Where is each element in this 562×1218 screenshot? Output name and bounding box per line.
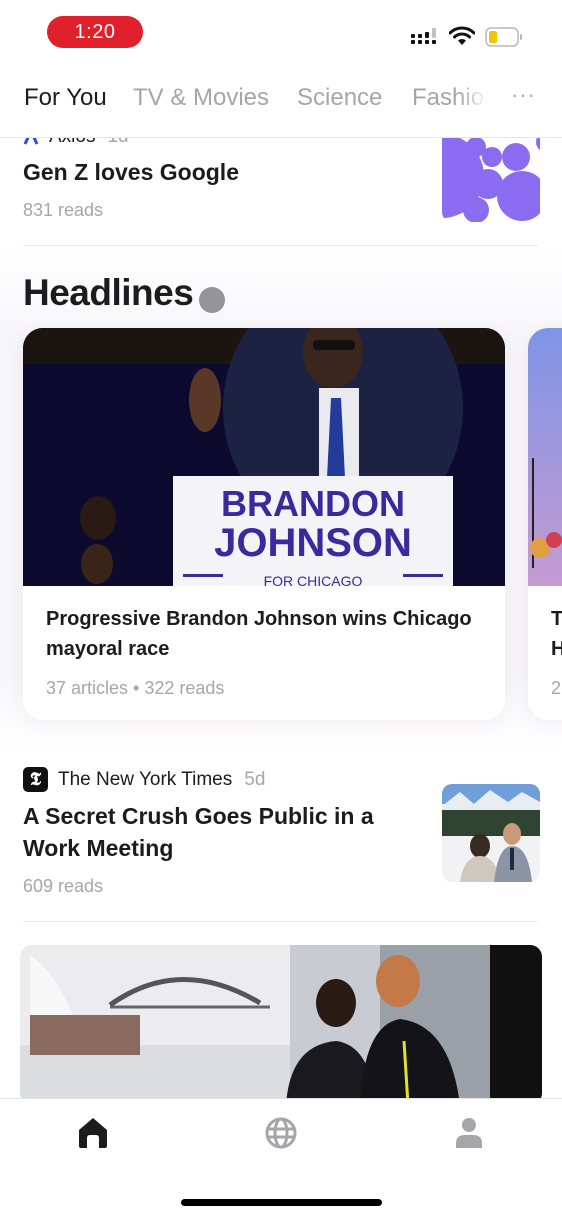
story-title[interactable]: Gen Z loves Google: [23, 156, 413, 188]
headline-card[interactable]: BRANDON JOHNSON FOR CHICAGO Progressive …: [23, 328, 505, 720]
globe-icon: [265, 1117, 297, 1149]
podium-sign-line2: JOHNSON: [214, 521, 412, 565]
story-thumbnail[interactable]: [442, 124, 540, 222]
headlines-heading: Headlines: [23, 272, 194, 313]
couple-mountains-photo: [442, 784, 540, 882]
story-source-row: 𝕿 The New York Times 5d: [23, 767, 265, 792]
home-indicator[interactable]: [181, 1199, 382, 1206]
tab-for-you[interactable]: For You: [24, 84, 107, 112]
story-source: The New York Times: [58, 768, 233, 790]
story-reads: 609 reads: [23, 876, 104, 896]
story-divider: [23, 245, 538, 246]
signal-icon: [411, 28, 436, 44]
stage-flowers-photo: [528, 328, 562, 586]
more-tabs-button[interactable]: ···: [511, 82, 536, 108]
profile-icon: [456, 1118, 482, 1148]
story-age: 5d: [244, 768, 266, 790]
battery-icon: [485, 27, 522, 47]
nyt-logo-icon: 𝕿: [23, 767, 48, 792]
story-title[interactable]: A Secret Crush Goes Public in a Work Mee…: [23, 800, 413, 864]
tab-explore[interactable]: [261, 1113, 301, 1153]
tab-science[interactable]: Science: [297, 84, 382, 112]
sydney-harbour-boat-photo: [20, 945, 542, 1098]
story-reads: 831 reads: [23, 200, 104, 220]
podium-speech-photo: BRANDON JOHNSON FOR CHICAGO: [23, 328, 505, 586]
category-tabs: For You TV & Movies Science Fashion ···: [0, 66, 562, 138]
headline-card-title: T H: [551, 608, 562, 660]
tab-fashion[interactable]: Fashion: [412, 84, 488, 112]
status-time[interactable]: 1:20: [47, 16, 143, 48]
podium-sign-line1: BRANDON: [221, 483, 405, 524]
podium-sign-line3: FOR CHICAGO: [264, 573, 363, 586]
tab-profile[interactable]: [449, 1113, 489, 1153]
home-icon: [79, 1118, 107, 1148]
story-thumbnail[interactable]: [442, 784, 540, 882]
bubble-chart-thumbnail: [442, 124, 540, 222]
tab-tv-movies[interactable]: TV & Movies: [133, 84, 269, 112]
status-bar: 1:20: [0, 0, 562, 66]
headline-card-meta: 37 articles • 322 reads: [46, 678, 225, 698]
story-divider: [23, 921, 538, 922]
headline-card-next[interactable]: T H 2: [528, 328, 562, 720]
tab-home[interactable]: [73, 1113, 113, 1153]
headline-card-image: [528, 328, 562, 586]
wifi-icon: [449, 26, 475, 45]
touch-indicator: [199, 287, 225, 313]
feed-scroll-area[interactable]: Axios 1d Gen Z loves Google 831 reads He…: [0, 0, 562, 1098]
headline-card-title: Progressive Brandon Johnson wins Chicago…: [46, 608, 472, 660]
headline-card-meta: 2: [551, 678, 562, 698]
headline-card-image: BRANDON JOHNSON FOR CHICAGO: [23, 328, 505, 586]
feature-story[interactable]: [20, 945, 542, 1098]
